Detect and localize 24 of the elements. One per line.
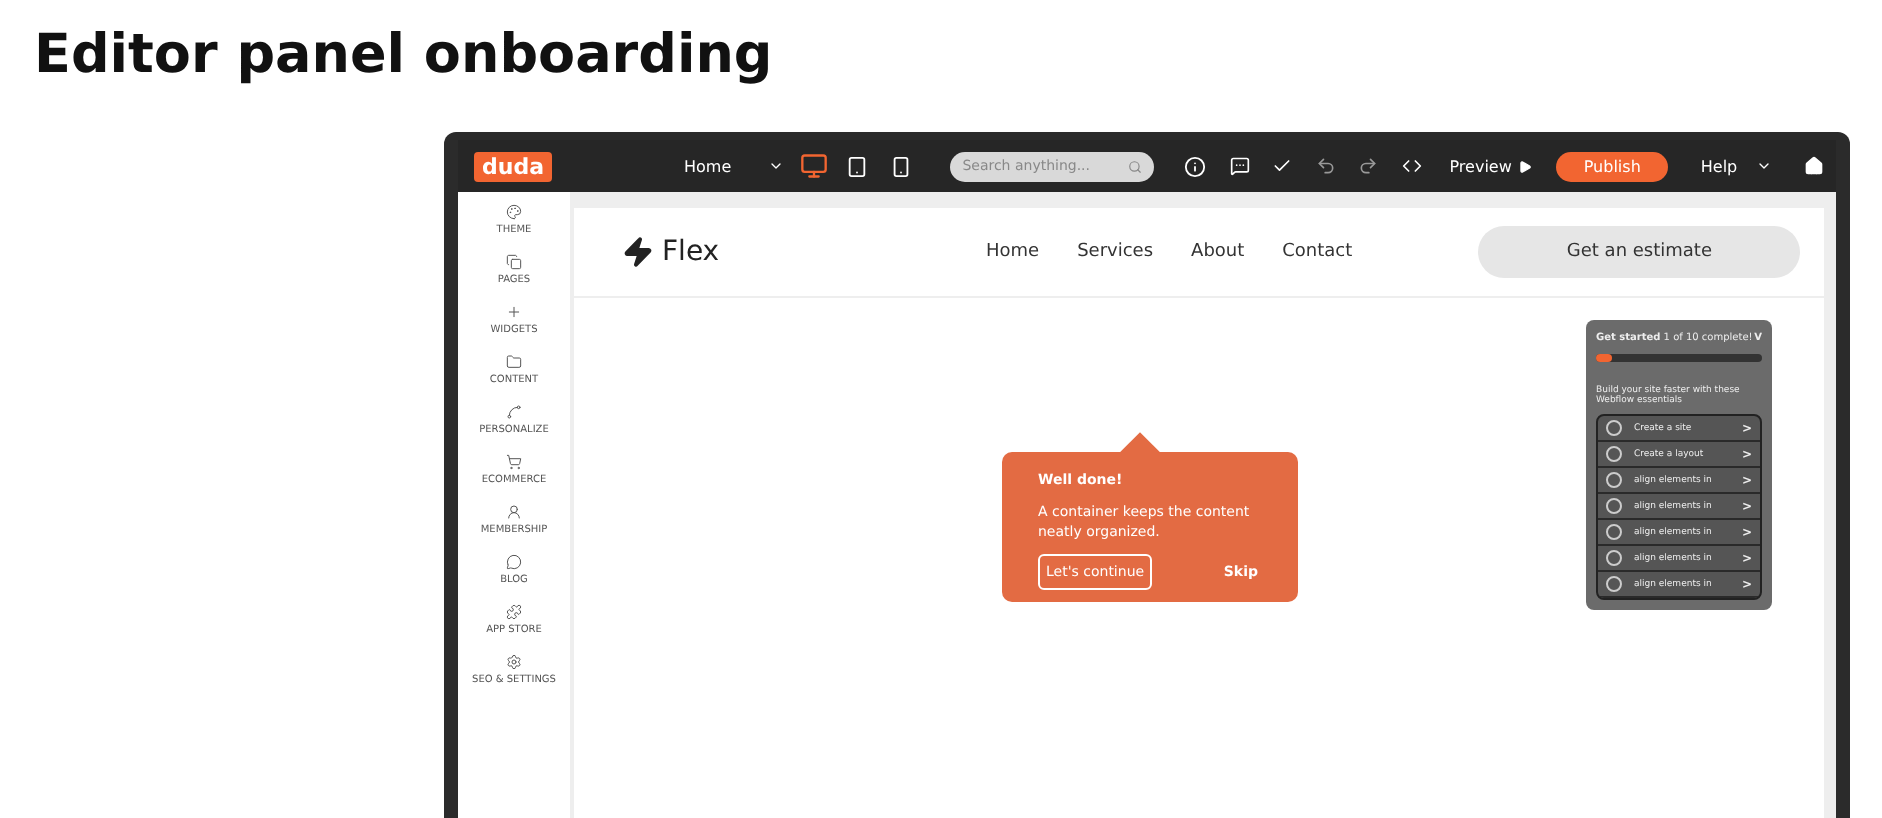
- nav-link[interactable]: About: [1191, 242, 1245, 262]
- settings-icon: [506, 654, 522, 670]
- checkbox[interactable]: [1606, 420, 1622, 436]
- estimate-button[interactable]: Get an estimate: [1478, 226, 1800, 278]
- nav-link[interactable]: Contact: [1282, 242, 1353, 262]
- search-icon: [1128, 159, 1143, 173]
- site-logo: Flex: [622, 236, 986, 268]
- checkbox[interactable]: [1606, 498, 1622, 514]
- page-heading: Editor panel onboarding: [34, 24, 773, 86]
- preview-button[interactable]: Preview: [1449, 157, 1532, 175]
- checkbox[interactable]: [1606, 576, 1622, 592]
- chevron-down-icon: [768, 158, 785, 174]
- checkbox[interactable]: [1606, 550, 1622, 566]
- page-select[interactable]: Home: [676, 157, 793, 175]
- checkbox[interactable]: [1606, 446, 1622, 462]
- help-menu[interactable]: Help: [1692, 157, 1781, 175]
- chevron-down-icon: [1756, 158, 1773, 174]
- checkbox[interactable]: [1606, 524, 1622, 540]
- checkbox[interactable]: [1606, 472, 1622, 488]
- nav-link[interactable]: Home: [986, 242, 1040, 262]
- play-icon: [1517, 159, 1532, 173]
- bolt-icon: [622, 236, 654, 268]
- logo: duda: [474, 151, 553, 181]
- nav-link[interactable]: Services: [1077, 242, 1154, 262]
